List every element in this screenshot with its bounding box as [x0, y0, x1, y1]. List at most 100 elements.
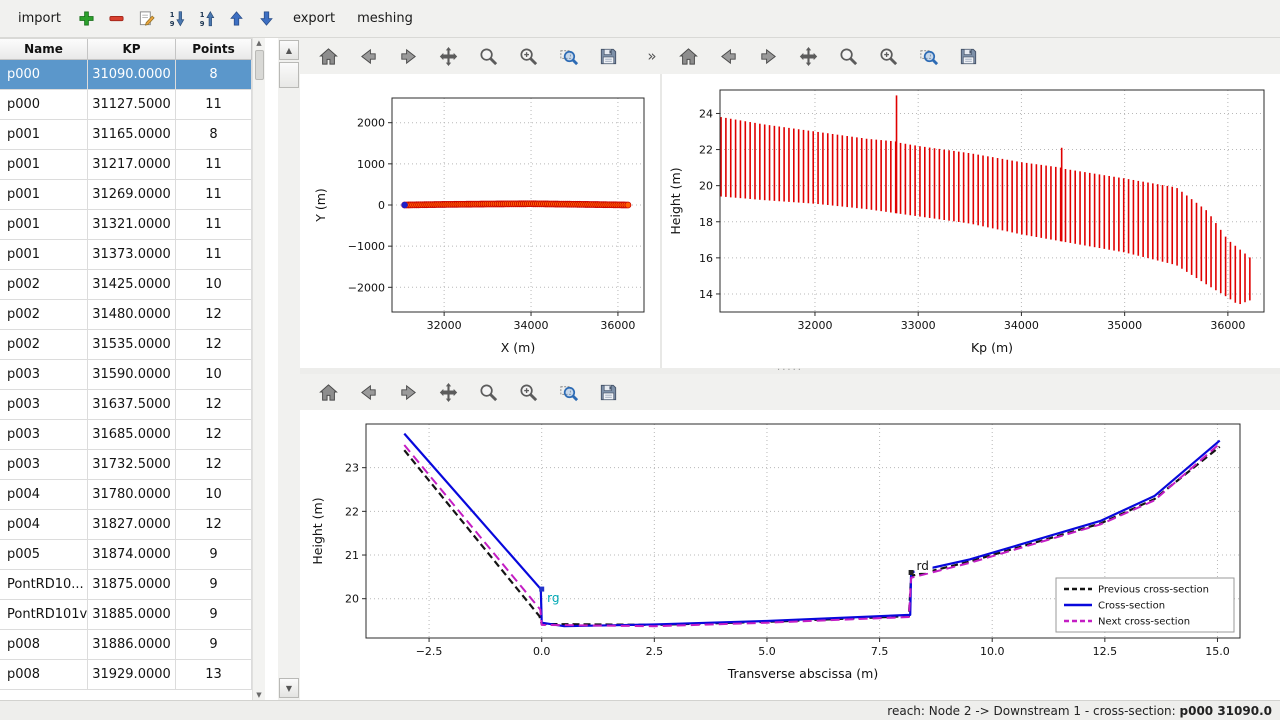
table-row[interactable]: p00131165.00008: [0, 120, 252, 150]
zoom-to-rect-button[interactable]: [552, 377, 584, 407]
table-row[interactable]: p00231480.000012: [0, 300, 252, 330]
zoom-in-button[interactable]: [872, 41, 904, 71]
column-header-points[interactable]: Points: [176, 39, 252, 59]
table-cell: 31780.0000: [88, 480, 176, 509]
panel-gap: [265, 38, 278, 700]
table-cell: 12: [176, 510, 252, 539]
table-row[interactable]: p00131321.000011: [0, 210, 252, 240]
table-scroll-thumb[interactable]: [255, 50, 264, 80]
table-row[interactable]: p00031090.00008: [0, 60, 252, 90]
column-header-name[interactable]: Name: [0, 39, 88, 59]
panel-scroll-thumb[interactable]: [279, 62, 299, 88]
table-scrollbar[interactable]: ▲ ▼: [252, 38, 265, 700]
table-row[interactable]: p00331732.500012: [0, 450, 252, 480]
zoom-button[interactable]: [832, 41, 864, 71]
back-button[interactable]: [352, 41, 384, 71]
svg-text:24: 24: [699, 107, 713, 120]
toolbar-overflow-chevron[interactable]: »: [644, 38, 660, 74]
svg-text:rg: rg: [547, 591, 559, 605]
bottom-toolbar-row: [300, 374, 1280, 410]
remove-button[interactable]: [103, 6, 131, 32]
table-header: Name KP Points: [0, 38, 252, 60]
scroll-down-icon[interactable]: ▼: [256, 690, 261, 700]
plots-area: » 320003400036000−2000−1000010002000X (m…: [300, 38, 1280, 700]
table-row[interactable]: p00331590.000010: [0, 360, 252, 390]
home-button[interactable]: [672, 41, 704, 71]
forward-icon: [398, 46, 419, 67]
save-button[interactable]: [592, 41, 624, 71]
save-icon: [598, 382, 619, 403]
back-button[interactable]: [352, 377, 384, 407]
sort-ascending-icon: 19: [198, 10, 215, 27]
table-row[interactable]: p00131373.000011: [0, 240, 252, 270]
forward-icon: [398, 382, 419, 403]
sort-descending-icon: 19: [168, 10, 185, 27]
panel-scroll-up-button[interactable]: ▲: [279, 40, 299, 60]
svg-text:2.5: 2.5: [646, 645, 664, 658]
move-up-button[interactable]: [223, 6, 251, 32]
table-row[interactable]: p00431780.000010: [0, 480, 252, 510]
forward-button[interactable]: [392, 377, 424, 407]
scroll-up-icon[interactable]: ▲: [256, 38, 261, 48]
pan-button[interactable]: [792, 41, 824, 71]
table-cell: p005: [0, 540, 88, 569]
zoom-button[interactable]: [472, 377, 504, 407]
home-button[interactable]: [312, 377, 344, 407]
meshing-button[interactable]: meshing: [347, 6, 423, 31]
table-cell: 11: [176, 210, 252, 239]
home-button[interactable]: [312, 41, 344, 71]
table-cell: 8: [176, 60, 252, 89]
table-cell: 31827.0000: [88, 510, 176, 539]
table-row[interactable]: p00831929.000013: [0, 660, 252, 690]
toolbar-icon-group: 1919: [73, 6, 281, 32]
sort-ascending-button[interactable]: 19: [193, 6, 221, 32]
table-cell: 11: [176, 90, 252, 119]
table-row[interactable]: p00231425.000010: [0, 270, 252, 300]
zoom-to-rect-button[interactable]: [552, 41, 584, 71]
zoom-to-rect-button[interactable]: [912, 41, 944, 71]
export-button[interactable]: export: [283, 6, 345, 31]
cross-section-plot[interactable]: rgrdPrevious cross-sectionCross-sectionN…: [300, 410, 1280, 700]
zoom-in-button[interactable]: [512, 41, 544, 71]
table-row[interactable]: p00231535.000012: [0, 330, 252, 360]
svg-text:22: 22: [699, 144, 713, 157]
table-row[interactable]: p00131269.000011: [0, 180, 252, 210]
back-button[interactable]: [712, 41, 744, 71]
panel-scrollbar[interactable]: ▲ ▼: [278, 38, 300, 700]
sort-descending-button[interactable]: 19: [163, 6, 191, 32]
table-row[interactable]: p00431827.000012: [0, 510, 252, 540]
pan-button[interactable]: [432, 41, 464, 71]
zoom-in-button[interactable]: [512, 377, 544, 407]
table-row[interactable]: p00031127.500011: [0, 90, 252, 120]
move-down-button[interactable]: [253, 6, 281, 32]
zoom-icon: [478, 46, 499, 67]
save-button[interactable]: [952, 41, 984, 71]
home-icon: [678, 46, 699, 67]
table-row[interactable]: p00331637.500012: [0, 390, 252, 420]
long-profile-plot[interactable]: 3200033000340003500036000141618202224Kp …: [662, 74, 1280, 368]
table-row[interactable]: PontRD101v31885.00009: [0, 600, 252, 630]
pan-button[interactable]: [432, 377, 464, 407]
column-header-kp[interactable]: KP: [88, 39, 176, 59]
edit-button[interactable]: [133, 6, 161, 32]
table-row[interactable]: p00131217.000011: [0, 150, 252, 180]
forward-button[interactable]: [752, 41, 784, 71]
panel-scroll-down-button[interactable]: ▼: [279, 678, 299, 698]
zoom-button[interactable]: [472, 41, 504, 71]
table-cell: p002: [0, 270, 88, 299]
table-row[interactable]: p00331685.000012: [0, 420, 252, 450]
application-window: import 1919 export meshing Name KP Point…: [0, 0, 1280, 720]
table-row[interactable]: p00531874.00009: [0, 540, 252, 570]
plan-view-plot[interactable]: 320003400036000−2000−1000010002000X (m)Y…: [300, 74, 660, 368]
forward-button[interactable]: [392, 41, 424, 71]
table-cell: 12: [176, 330, 252, 359]
table-row[interactable]: p00831886.00009: [0, 630, 252, 660]
save-button[interactable]: [592, 377, 624, 407]
cross-sections-panel: Name KP Points p00031090.00008p00031127.…: [0, 38, 300, 700]
table-row[interactable]: PontRD10...31875.00009: [0, 570, 252, 600]
import-button[interactable]: import: [8, 6, 71, 31]
add-button[interactable]: [73, 6, 101, 32]
table-cell: 31165.0000: [88, 120, 176, 149]
svg-text:12.5: 12.5: [1093, 645, 1118, 658]
home-icon: [318, 382, 339, 403]
